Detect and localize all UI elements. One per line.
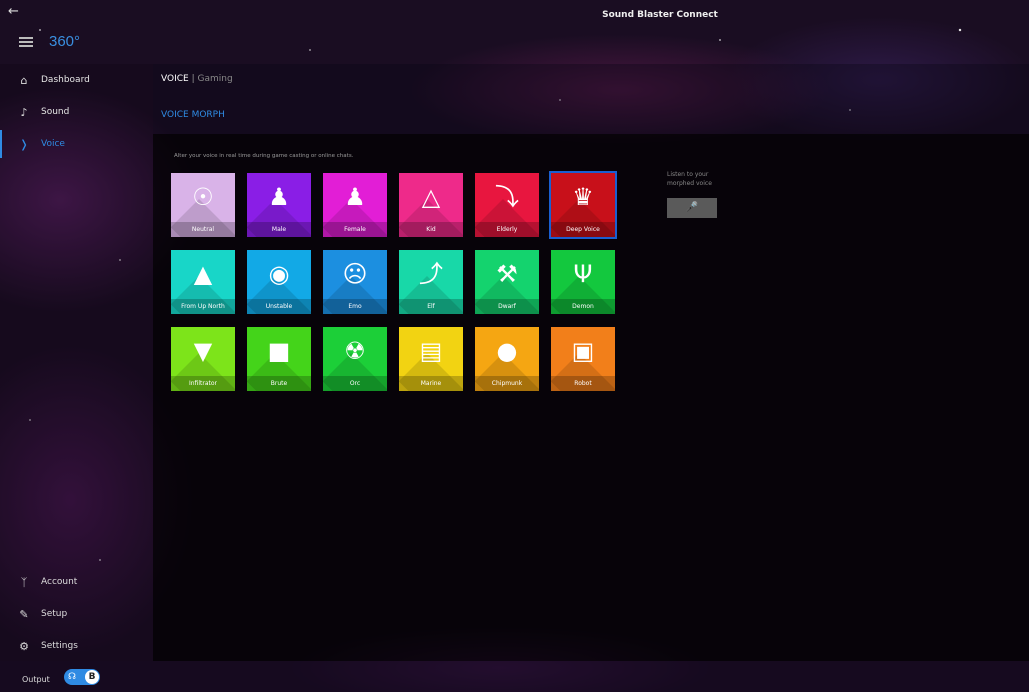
tile-label: Kid: [399, 222, 463, 237]
bow-icon: ⤴: [419, 260, 443, 288]
acorn-icon: ●: [496, 337, 518, 365]
tile-brute[interactable]: ■ Brute: [247, 327, 311, 391]
tile-label: Male: [247, 222, 311, 237]
tile-neutral[interactable]: ☉ Neutral: [171, 173, 235, 237]
tile-label: Deep Voice: [551, 222, 615, 237]
tile-male[interactable]: ♟ Male: [247, 173, 311, 237]
sidebar-item-account[interactable]: ᛉ Account: [0, 572, 153, 592]
neutral-icon: ☉: [192, 183, 214, 211]
sidebar-item-voice[interactable]: ❭ Voice: [0, 130, 153, 158]
tile-label: Elf: [399, 299, 463, 314]
sidebar-item-sound[interactable]: ♪ Sound: [0, 98, 153, 126]
tile-female[interactable]: ♟ Female: [323, 173, 387, 237]
sidebar-item-label: Settings: [41, 641, 78, 651]
back-arrow-icon[interactable]: ←: [8, 3, 26, 21]
bowler-mustache-icon: ♛: [572, 183, 594, 211]
tile-label: Orc: [323, 376, 387, 391]
tile-label: Female: [323, 222, 387, 237]
microphone-icon: 🎤: [685, 202, 699, 213]
sidebar-item-dashboard[interactable]: ⌂ Dashboard: [0, 66, 153, 94]
tile-label: Demon: [551, 299, 615, 314]
tile-orc[interactable]: ☢ Orc: [323, 327, 387, 391]
tile-label: Emo: [323, 299, 387, 314]
breadcrumb: VOICE | Gaming: [161, 74, 233, 84]
tile-label: Dwarf: [475, 299, 539, 314]
listen-label: Listen to your morphed voice: [667, 171, 712, 187]
tile-label: Robot: [551, 376, 615, 391]
gear-icon: ⚙: [19, 639, 29, 653]
breadcrumb-separator: |: [191, 74, 195, 84]
tile-marine[interactable]: ▤ Marine: [399, 327, 463, 391]
tile-chipmunk[interactable]: ● Chipmunk: [475, 327, 539, 391]
voice-icon: ❭: [19, 137, 29, 151]
sidebar-item-label: Voice: [41, 139, 65, 149]
tile-label: Infiltrator: [171, 376, 235, 391]
section-title: VOICE MORPH: [161, 110, 225, 120]
output-toggle[interactable]: ☊ B: [64, 669, 100, 685]
tile-elderly[interactable]: ⤵ Elderly: [475, 173, 539, 237]
home-icon: ⌂: [20, 73, 28, 87]
breadcrumb-profile[interactable]: Gaming: [198, 74, 233, 84]
main-header: [153, 64, 1029, 134]
tile-unstable[interactable]: ◉ Unstable: [247, 250, 311, 314]
music-note-icon: ♪: [20, 105, 28, 119]
tile-emo[interactable]: ☹ Emo: [323, 250, 387, 314]
tile-from-up-north[interactable]: ▲ From Up North: [171, 250, 235, 314]
alien-icon: ▼: [193, 337, 213, 365]
output-label: Output: [22, 675, 50, 684]
sidebar-item-label: Setup: [41, 609, 68, 619]
tile-infiltrator[interactable]: ▼ Infiltrator: [171, 327, 235, 391]
title-bar: ← Sound Blaster Connect: [0, 0, 1029, 28]
tile-label: Chipmunk: [475, 376, 539, 391]
sidebar-item-label: Account: [41, 577, 78, 587]
cane-icon: ⤵: [495, 183, 519, 211]
sidebar-item-settings[interactable]: ⚙ Settings: [0, 636, 153, 656]
sidebar-item-setup[interactable]: ✎ Setup: [0, 604, 153, 624]
emo-mask-icon: ☹: [342, 260, 368, 288]
orc-icon: ☢: [344, 337, 366, 365]
tile-label: Brute: [247, 376, 311, 391]
sidebar-item-label: Dashboard: [41, 75, 90, 85]
male-icon: ♟: [268, 183, 290, 211]
propeller-hat-icon: △: [421, 183, 441, 211]
tile-dwarf[interactable]: ⚒ Dwarf: [475, 250, 539, 314]
axe-icon: ⚒: [496, 260, 518, 288]
app-logo: 360°: [49, 33, 81, 50]
unstable-face-icon: ◉: [268, 260, 290, 288]
wrench-icon: ✎: [19, 607, 29, 621]
sidebar-item-label: Sound: [41, 107, 70, 117]
output-knob: B: [85, 670, 99, 684]
female-icon: ♟: [344, 183, 366, 211]
trident-icon: Ψ: [573, 260, 593, 288]
headphones-icon: ☊: [68, 672, 76, 682]
footer-bar: [0, 661, 1029, 692]
tile-kid[interactable]: △ Kid: [399, 173, 463, 237]
tile-label: Neutral: [171, 222, 235, 237]
tile-robot[interactable]: ▣ Robot: [551, 327, 615, 391]
tile-label: Unstable: [247, 299, 311, 314]
robot-icon: ▣: [571, 337, 595, 365]
person-icon: ᛉ: [20, 575, 28, 589]
breadcrumb-section[interactable]: VOICE: [161, 74, 189, 84]
pistol-icon: ▤: [419, 337, 443, 365]
app-title: Sound Blaster Connect: [602, 10, 718, 20]
hamburger-icon[interactable]: [19, 37, 33, 47]
tile-elf[interactable]: ⤴ Elf: [399, 250, 463, 314]
listen-mic-button[interactable]: 🎤: [667, 198, 717, 218]
tile-deep-voice[interactable]: ♛ Deep Voice: [549, 171, 617, 239]
tile-label: From Up North: [171, 299, 235, 314]
tile-label: Elderly: [475, 222, 539, 237]
voice-morph-description: Alter your voice in real time during gam…: [174, 153, 354, 159]
mountains-icon: ▲: [193, 260, 213, 288]
tile-demon[interactable]: Ψ Demon: [551, 250, 615, 314]
brute-icon: ■: [267, 337, 291, 365]
tile-label: Marine: [399, 376, 463, 391]
